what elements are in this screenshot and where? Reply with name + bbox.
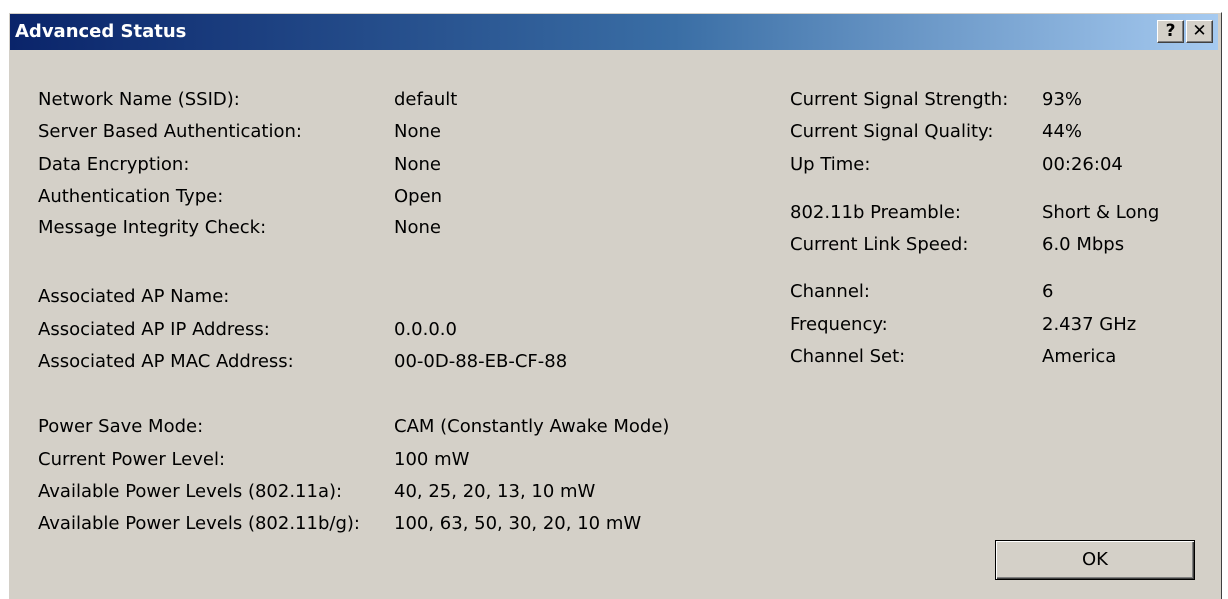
signal-strength-value: 93% — [1042, 89, 1083, 110]
preamble-value: Short & Long — [1042, 202, 1160, 223]
signal-quality-label: Current Signal Quality: — [790, 121, 994, 142]
signal-quality-value: 44% — [1042, 121, 1083, 142]
power-levels-bg-label: Available Power Levels (802.11b/g): — [38, 513, 360, 534]
power-save-label: Power Save Mode: — [38, 416, 204, 437]
ap-mac-value: 00-0D-88-EB-CF-88 — [394, 351, 568, 372]
server-auth-value: None — [394, 121, 441, 142]
auth-type-label: Authentication Type: — [38, 186, 224, 207]
power-levels-bg-value: 100, 63, 50, 30, 20, 10 mW — [394, 513, 642, 534]
channel-label: Channel: — [790, 281, 870, 302]
ssid-label: Network Name (SSID): — [38, 89, 240, 110]
link-speed-label: Current Link Speed: — [790, 234, 969, 255]
power-level-value: 100 mW — [394, 449, 470, 470]
power-levels-a-value: 40, 25, 20, 13, 10 mW — [394, 481, 596, 502]
data-encryption-label: Data Encryption: — [38, 154, 190, 175]
ap-mac-label: Associated AP MAC Address: — [38, 351, 294, 372]
up-time-value: 00:26:04 — [1042, 154, 1123, 175]
help-button[interactable]: ? — [1157, 20, 1184, 43]
ssid-value: default — [394, 89, 458, 110]
server-auth-label: Server Based Authentication: — [38, 121, 302, 142]
data-encryption-value: None — [394, 154, 441, 175]
advanced-status-dialog: Advanced Status ? ✕ Network Name (SSID):… — [8, 12, 1222, 599]
channel-set-value: America — [1042, 346, 1117, 367]
frequency-label: Frequency: — [790, 314, 888, 335]
channel-value: 6 — [1042, 281, 1054, 302]
close-button[interactable]: ✕ — [1186, 20, 1213, 43]
ap-ip-label: Associated AP IP Address: — [38, 319, 270, 340]
ok-button[interactable]: OK — [995, 540, 1195, 580]
mic-value: None — [394, 217, 441, 238]
auth-type-value: Open — [394, 186, 443, 207]
ap-name-label: Associated AP Name: — [38, 286, 230, 307]
mic-label: Message Integrity Check: — [38, 217, 267, 238]
up-time-label: Up Time: — [790, 154, 871, 175]
window-title: Advanced Status — [15, 21, 187, 42]
channel-set-label: Channel Set: — [790, 346, 906, 367]
power-level-label: Current Power Level: — [38, 449, 226, 470]
link-speed-value: 6.0 Mbps — [1042, 234, 1125, 255]
frequency-value: 2.437 GHz — [1042, 314, 1137, 335]
power-save-value: CAM (Constantly Awake Mode) — [394, 416, 670, 437]
signal-strength-label: Current Signal Strength: — [790, 89, 1009, 110]
preamble-label: 802.11b Preamble: — [790, 202, 961, 223]
power-levels-a-label: Available Power Levels (802.11a): — [38, 481, 343, 502]
title-bar[interactable]: Advanced Status ? ✕ — [10, 14, 1218, 50]
ap-ip-value: 0.0.0.0 — [394, 319, 457, 340]
